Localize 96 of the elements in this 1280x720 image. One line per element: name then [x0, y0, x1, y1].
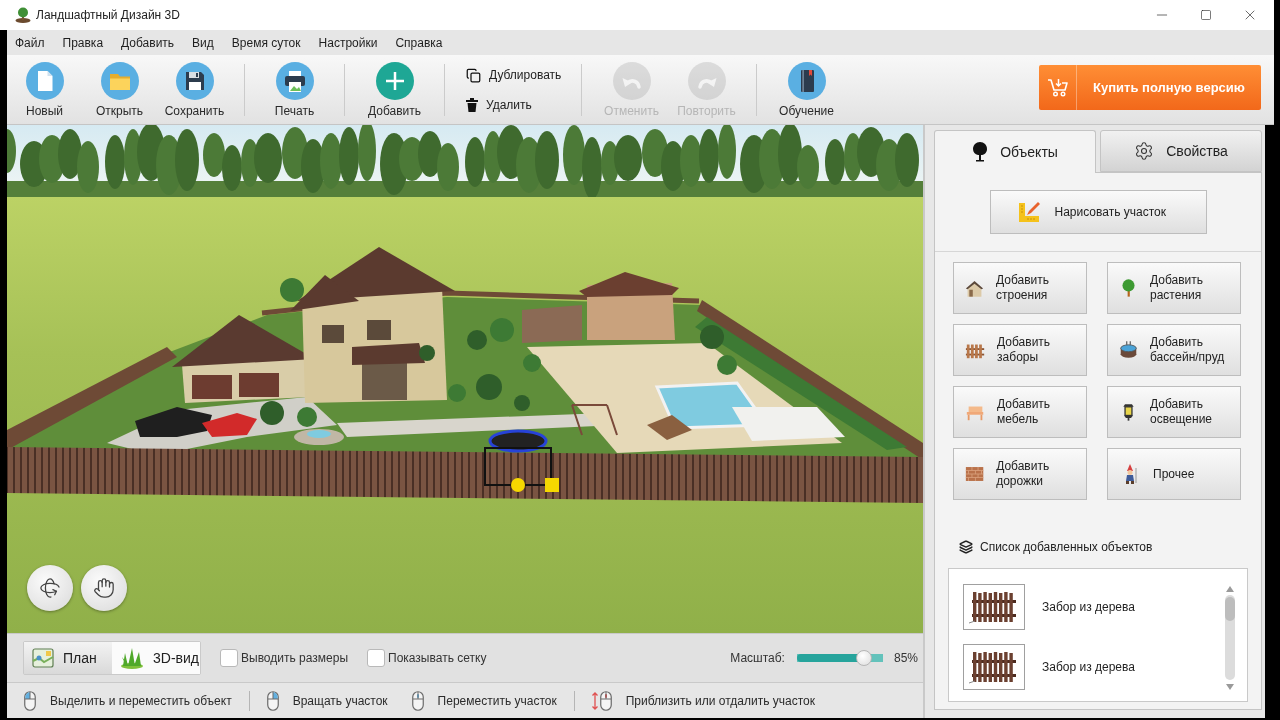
layers-icon — [959, 540, 973, 554]
open-button[interactable]: Открыть — [82, 55, 157, 124]
floppy-disk-icon — [175, 62, 214, 100]
panel-tab[interactable]: Свойства — [1100, 130, 1262, 172]
checkbox-label[interactable]: Показывать сетку — [388, 651, 487, 665]
checkbox[interactable] — [220, 649, 238, 667]
trash-icon — [466, 98, 478, 112]
round-handle[interactable] — [511, 478, 525, 492]
menu-item[interactable]: Справка — [395, 35, 443, 50]
folder-icon — [100, 62, 139, 100]
tree — [490, 318, 514, 342]
window-title: Ландшафтный Дизайн 3D — [36, 8, 180, 22]
menu-item[interactable]: Правка — [62, 35, 104, 50]
status-hint: Вращать участок — [292, 693, 388, 708]
tree — [476, 374, 502, 400]
save-button[interactable]: Сохранить — [157, 55, 232, 124]
undo-icon — [612, 62, 651, 100]
add-category-button[interactable]: Добавить заборы — [953, 324, 1087, 376]
add-category-button[interactable]: Прочее — [1107, 448, 1241, 500]
app-logo-icon — [15, 7, 31, 23]
menu-item[interactable]: Вид — [192, 35, 214, 50]
settings-icon — [1134, 141, 1155, 161]
add-category-button[interactable]: Добавить дорожки — [953, 448, 1087, 500]
menu-item[interactable]: Добавить — [121, 35, 175, 50]
add-category-button[interactable]: Добавить освещение — [1107, 386, 1241, 438]
checkbox[interactable] — [367, 649, 385, 667]
redo-icon — [687, 62, 726, 100]
swing — [571, 404, 618, 436]
duplicate-button[interactable]: Дублировать — [464, 63, 562, 87]
add-category-button[interactable]: Добавить бассейн/пруд — [1107, 324, 1241, 376]
menu-item[interactable]: Время суток — [231, 35, 301, 50]
status-hint: Выделить и переместить объект — [50, 693, 232, 708]
add-button[interactable]: Добавить — [357, 55, 432, 124]
rotate-view-button[interactable] — [27, 565, 73, 611]
menu-item[interactable]: Настройки — [318, 35, 378, 50]
fence-thumbnail-icon — [963, 584, 1025, 630]
tree — [700, 325, 724, 349]
grass-icon — [120, 647, 144, 669]
tree — [523, 354, 541, 372]
tree-icon — [1119, 277, 1138, 299]
tree — [260, 401, 284, 425]
printer-icon — [275, 62, 314, 100]
tree — [419, 345, 435, 361]
slider-thumb[interactable] — [856, 650, 873, 666]
list-heading: Список добавленных объектов — [980, 540, 1153, 554]
trampoline — [488, 429, 548, 453]
delete-button[interactable]: Удалить — [464, 93, 562, 117]
copy-icon — [466, 67, 481, 83]
fountain — [294, 429, 344, 445]
scrollbar[interactable] — [1224, 586, 1236, 690]
list-item-label[interactable]: Забор из дерева — [1042, 660, 1135, 674]
panel-tab[interactable]: Объекты — [934, 130, 1096, 173]
selection-frame — [484, 447, 552, 486]
book-icon — [787, 62, 826, 100]
view-mode-button[interactable]: План — [24, 642, 112, 674]
print-button[interactable]: Печать — [257, 55, 332, 124]
tree — [297, 407, 317, 427]
rotate-3d-icon — [39, 577, 61, 599]
draw-plot-button[interactable]: Нарисовать участок — [989, 190, 1207, 234]
tree — [467, 330, 487, 350]
square-handle[interactable] — [545, 478, 559, 492]
wooden-platform — [647, 415, 692, 440]
mouse-scroll-icon — [591, 690, 612, 711]
zoom-value: 85% — [893, 651, 918, 665]
checkbox-label[interactable]: Выводить размеры — [241, 651, 348, 665]
3d-viewport[interactable] — [7, 125, 923, 633]
mouse-icon — [411, 690, 424, 711]
fence-thumbnail-icon — [963, 644, 1025, 690]
status-hint: Приблизить или отдалить участок — [625, 693, 815, 708]
hand-icon — [93, 577, 115, 599]
ruler-pencil-icon — [1016, 200, 1041, 224]
tree — [717, 355, 737, 375]
status-hint: Переместить участок — [437, 693, 557, 708]
add-category-button[interactable]: Добавить строения — [953, 262, 1087, 314]
tree — [448, 384, 466, 402]
mouse-icon — [266, 690, 279, 711]
add-category-button[interactable]: Добавить мебель — [953, 386, 1087, 438]
document-icon — [25, 62, 64, 100]
tree — [514, 395, 530, 411]
menu-item[interactable]: Файл — [15, 35, 45, 50]
zoom-label: Масштаб: — [730, 651, 785, 665]
maximize-icon[interactable] — [1200, 9, 1212, 21]
view-mode-button[interactable]: 3D-вид — [112, 642, 200, 674]
cart-icon — [1046, 77, 1069, 98]
tutorial-button[interactable]: Обучение — [769, 55, 844, 124]
plus-icon — [375, 62, 414, 100]
add-category-button[interactable]: Добавить растения — [1107, 262, 1241, 314]
car — [202, 413, 257, 437]
list-item-label[interactable]: Забор из дерева — [1042, 600, 1135, 614]
tree-icon — [972, 142, 989, 162]
hot-tub-icon — [1119, 339, 1138, 361]
pan-view-button[interactable] — [81, 565, 127, 611]
map-icon — [32, 648, 54, 668]
new-button[interactable]: Новый — [7, 55, 82, 124]
mouse-icon — [24, 690, 36, 711]
tree — [280, 278, 304, 302]
